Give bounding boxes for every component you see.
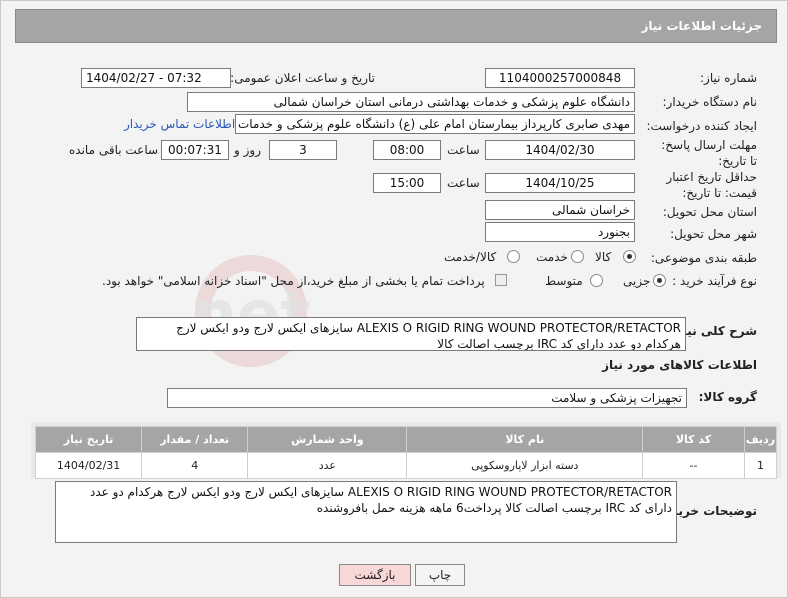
table-header-row: ردیف کد کالا نام کالا واحد شمارش تعداد /…: [34, 426, 778, 453]
creator-label: ایجاد کننده درخواست:: [646, 119, 757, 133]
process-medium-label: متوسط: [545, 274, 583, 288]
city-label: شهر محل تحویل:: [670, 227, 757, 241]
process-minor-label: جزیی: [623, 274, 651, 288]
col-date: تاریخ نیاز: [34, 426, 143, 453]
description-field: ALEXIS O RIGID RING WOUND PROTECTOR/RETA…: [136, 317, 686, 351]
page-frame: جزئیات اطلاعات نیاز AriaTender.net شماره…: [0, 0, 788, 598]
category-service-label: خدمت: [536, 250, 568, 264]
announce-label: تاریخ و ساعت اعلان عمومی:: [230, 71, 375, 85]
deadline-remaining-label: ساعت باقی مانده: [69, 143, 159, 157]
table-row: 1 -- دسته ابزار لاپاروسکوپی عدد 4 1404/0…: [34, 452, 778, 479]
province-field: خراسان شمالی: [485, 200, 635, 220]
deadline-time-label: ساعت: [447, 143, 480, 157]
process-label: نوع فرآیند خرید :: [672, 274, 757, 288]
deadline-days-field: 3: [269, 140, 337, 160]
deadline-days-label: روز و: [234, 143, 261, 157]
print-button[interactable]: چاپ: [415, 564, 465, 586]
goods-table: ردیف کد کالا نام کالا واحد شمارش تعداد /…: [34, 426, 778, 479]
process-medium-radio[interactable]: [590, 274, 603, 287]
buyer-contact-link[interactable]: اطلاعات تماس خریدار: [124, 117, 235, 131]
treasury-payment-note: پرداخت تمام یا بخشی از مبلغ خرید،از محل …: [102, 274, 485, 288]
process-minor-radio[interactable]: [653, 274, 666, 287]
need-number-field: 1104000257000848: [485, 68, 635, 88]
col-code: کد کالا: [642, 426, 745, 453]
treasury-payment-checkbox[interactable]: [495, 274, 507, 286]
back-button[interactable]: بازگشت: [339, 564, 411, 586]
col-unit: واحد شمارش: [247, 426, 408, 453]
goods-group-label: گروه کالا:: [698, 390, 757, 404]
cell-code: --: [642, 452, 745, 479]
cell-qty: 4: [141, 452, 249, 479]
category-label: طبقه بندی موضوعی:: [650, 251, 757, 265]
goods-group-field: تجهیزات پزشکی و سلامت: [167, 388, 687, 408]
goods-section-title: اطلاعات کالاهای مورد نیاز: [602, 358, 757, 372]
buyer-label: نام دستگاه خریدار:: [662, 95, 758, 109]
cell-unit: عدد: [247, 452, 408, 479]
deadline-time-field: 08:00: [373, 140, 441, 160]
deadline-date-field: 1404/02/30: [485, 140, 635, 160]
cell-date: 1404/02/31: [34, 452, 143, 479]
deadline-remaining-field: 00:07:31: [161, 140, 229, 160]
buyer-field: دانشگاه علوم پزشکی و خدمات بهداشتی درمان…: [187, 92, 635, 112]
announce-field: 1404/02/27 - 07:32: [81, 68, 231, 88]
category-both-radio[interactable]: [507, 250, 520, 263]
deadline-label: مهلت ارسال پاسخ: تا تاریخ:: [661, 138, 757, 168]
validity-date-field: 1404/10/25: [485, 173, 635, 193]
page-header: جزئیات اطلاعات نیاز: [15, 9, 777, 43]
buyer-notes-field: ALEXIS O RIGID RING WOUND PROTECTOR/RETA…: [55, 481, 677, 543]
col-row: ردیف: [743, 426, 778, 453]
cell-row: 1: [743, 452, 778, 479]
need-number-label: شماره نیاز:: [700, 71, 757, 85]
category-service-radio[interactable]: [571, 250, 584, 263]
col-qty: تعداد / مقدار: [141, 426, 249, 453]
validity-label: حداقل تاریخ اعتبار قیمت: تا تاریخ:: [666, 170, 757, 200]
city-field: بجنورد: [485, 222, 635, 242]
category-both-label: کالا/خدمت: [444, 250, 497, 264]
province-label: استان محل تحویل:: [662, 205, 757, 219]
col-name: نام کالا: [406, 426, 644, 453]
cell-name: دسته ابزار لاپاروسکوپی: [406, 452, 644, 479]
validity-time-label: ساعت: [447, 176, 480, 190]
creator-field: مهدی صابری کارپرداز بیمارستان امام علی (…: [235, 114, 635, 134]
category-goods-label: کالا: [595, 250, 612, 264]
category-goods-radio[interactable]: [623, 250, 636, 263]
page-title: جزئیات اطلاعات نیاز: [641, 19, 762, 33]
validity-time-field: 15:00: [373, 173, 441, 193]
